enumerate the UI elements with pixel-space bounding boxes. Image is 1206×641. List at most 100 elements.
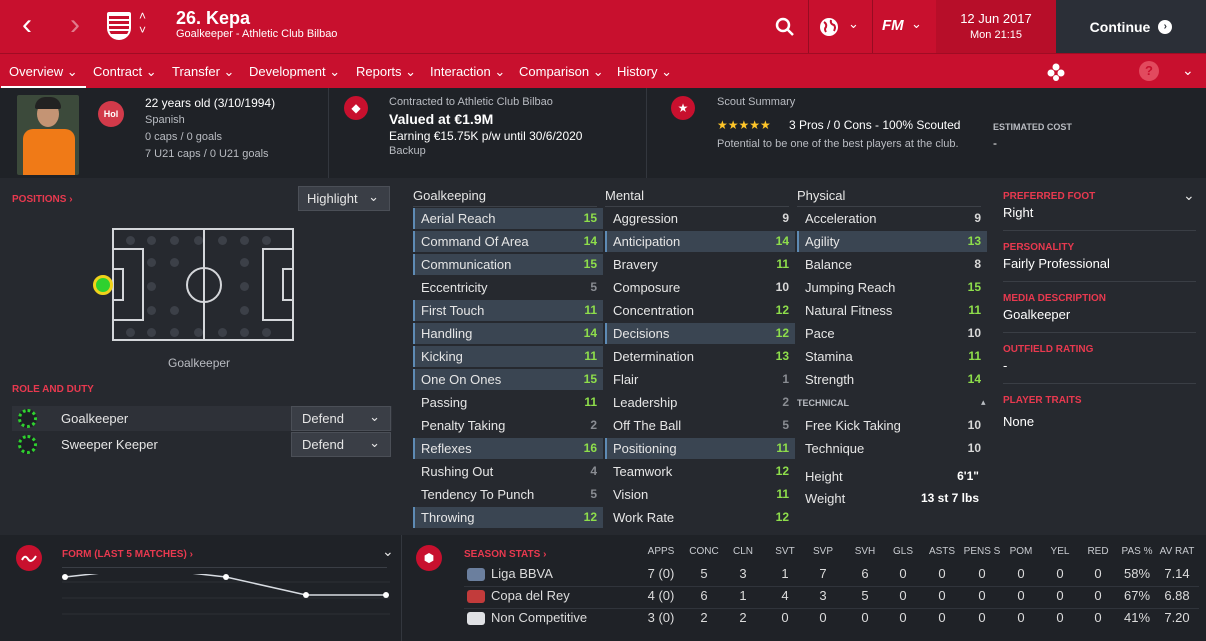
role-row[interactable]: Sweeper Keeper Defend ⌄ xyxy=(12,432,392,457)
menu-development[interactable]: Development ⌄ xyxy=(249,64,340,80)
role-row[interactable]: Goalkeeper Defend ⌄ xyxy=(12,406,392,431)
back-button[interactable]: ‹ xyxy=(22,10,32,40)
attribute-row[interactable]: Teamwork 12 xyxy=(605,461,795,482)
stats-column-header[interactable]: APPS xyxy=(641,546,681,557)
menu-overview[interactable]: Overview ⌄ xyxy=(1,64,86,89)
goalkeeper-position-marker[interactable] xyxy=(93,275,113,295)
attribute-row[interactable]: Throwing 12 xyxy=(413,507,603,528)
competition-name[interactable]: Liga BBVA xyxy=(491,566,553,581)
stats-column-header[interactable]: GLS xyxy=(883,546,923,557)
competition-name[interactable]: Copa del Rey xyxy=(491,588,570,603)
player-subtitle: Goalkeeper - Athletic Club Bilbao xyxy=(176,28,338,40)
player-switch-icon[interactable]: ˄ ˅ xyxy=(139,9,146,37)
attribute-row[interactable]: Free Kick Taking 10 xyxy=(797,415,987,436)
attribute-row[interactable]: Determination 13 xyxy=(605,346,795,367)
attribute-row[interactable]: Command Of Area 14 xyxy=(413,231,603,252)
menu-interaction[interactable]: Interaction ⌄ xyxy=(430,64,505,80)
attribute-row[interactable]: Flair 1 xyxy=(605,369,795,390)
fm-logo[interactable]: FM xyxy=(882,17,904,34)
stats-column-header[interactable]: PENS S xyxy=(962,546,1002,557)
menu-reports[interactable]: Reports ⌄ xyxy=(356,64,416,80)
stats-column-header[interactable]: RED xyxy=(1078,546,1118,557)
menu-history[interactable]: History ⌄ xyxy=(617,64,672,80)
team-icon[interactable] xyxy=(1046,62,1066,82)
attribute-row[interactable]: Handling 14 xyxy=(413,323,603,344)
attribute-row[interactable]: Work Rate 12 xyxy=(605,507,795,528)
stats-column-header[interactable]: SVT xyxy=(765,546,805,557)
collapse-icon[interactable]: ▴ xyxy=(981,397,986,408)
form-label[interactable]: FORM (LAST 5 MATCHES) › xyxy=(62,549,193,560)
duty-select[interactable]: Defend ⌄ xyxy=(291,432,391,457)
attribute-row[interactable]: Agility 13 xyxy=(797,231,987,252)
chevron-down-icon[interactable]: ⌄ xyxy=(1183,187,1195,204)
attribute-row[interactable]: Decisions 12 xyxy=(605,323,795,344)
attribute-row[interactable]: Acceleration 9 xyxy=(797,208,987,229)
stats-column-header[interactable]: CONC xyxy=(684,546,724,557)
attribute-row[interactable]: Penalty Taking 2 xyxy=(413,415,603,436)
attribute-row[interactable]: Tendency To Punch 5 xyxy=(413,484,603,505)
stats-column-header[interactable]: SVP xyxy=(803,546,843,557)
attribute-row[interactable]: Communication 15 xyxy=(413,254,603,275)
form-point[interactable] xyxy=(303,592,309,598)
club-crest-icon[interactable] xyxy=(107,12,131,40)
menu-transfer[interactable]: Transfer ⌄ xyxy=(172,64,234,80)
chevron-down-icon[interactable]: ⌄ xyxy=(848,16,859,32)
attribute-row[interactable]: Balance 8 xyxy=(797,254,987,275)
attribute-row[interactable]: Bravery 11 xyxy=(605,254,795,275)
form-point[interactable] xyxy=(383,592,389,598)
attribute-row[interactable]: Off The Ball 5 xyxy=(605,415,795,436)
attribute-row[interactable]: Anticipation 14 xyxy=(605,231,795,252)
globe-icon[interactable] xyxy=(818,16,840,38)
attribute-row[interactable]: Leadership 2 xyxy=(605,392,795,413)
attribute-row[interactable]: First Touch 11 xyxy=(413,300,603,321)
attribute-row[interactable]: Rushing Out 4 xyxy=(413,461,603,482)
stats-column-header[interactable]: PAS % xyxy=(1117,546,1157,557)
stats-column-header[interactable]: YEL xyxy=(1040,546,1080,557)
attribute-row[interactable]: Positioning 11 xyxy=(605,438,795,459)
forward-button[interactable]: › xyxy=(70,10,80,40)
attribute-name: Off The Ball xyxy=(613,418,682,433)
attribute-row[interactable]: Aerial Reach 15 xyxy=(413,208,603,229)
attribute-row[interactable]: Composure 10 xyxy=(605,277,795,298)
attribute-row[interactable]: One On Ones 15 xyxy=(413,369,603,390)
menu-contract[interactable]: Contract ⌄ xyxy=(93,64,157,80)
competition-name[interactable]: Non Competitive xyxy=(491,610,587,625)
help-button[interactable]: ? xyxy=(1139,61,1159,81)
stats-column-header[interactable]: ASTS xyxy=(922,546,962,557)
attribute-row[interactable]: Technique 10 xyxy=(797,438,987,459)
attribute-row[interactable]: Strength 14 xyxy=(797,369,987,390)
highlight-select[interactable]: Highlight ⌄ xyxy=(298,186,390,211)
attribute-name: One On Ones xyxy=(421,372,502,387)
stats-column-header[interactable]: POM xyxy=(1001,546,1041,557)
menu-comparison[interactable]: Comparison ⌄ xyxy=(519,64,604,80)
attribute-row[interactable]: Aggression 9 xyxy=(605,208,795,229)
chevron-down-icon[interactable]: ⌄ xyxy=(1182,62,1194,79)
season-stats-label[interactable]: SEASON STATS › xyxy=(464,549,546,560)
chevron-down-icon[interactable]: ⌄ xyxy=(382,543,394,560)
attribute-row[interactable]: Jumping Reach 15 xyxy=(797,277,987,298)
nationality-badge[interactable]: Hol xyxy=(98,101,124,127)
positions-label[interactable]: POSITIONS › xyxy=(12,194,73,205)
role-name: Goalkeeper xyxy=(61,411,129,426)
stats-column-header[interactable]: SVH xyxy=(845,546,885,557)
attribute-row[interactable]: Concentration 12 xyxy=(605,300,795,321)
attribute-row[interactable]: Stamina 11 xyxy=(797,346,987,367)
duty-select[interactable]: Defend ⌄ xyxy=(291,406,391,431)
stats-cell: 6.88 xyxy=(1164,588,1190,603)
stats-cell: 2 xyxy=(700,610,708,625)
stats-column-header[interactable]: CLN xyxy=(723,546,763,557)
attribute-row[interactable]: Eccentricity 5 xyxy=(413,277,603,298)
stats-column-header[interactable]: AV RAT xyxy=(1157,546,1197,557)
attribute-row[interactable]: Natural Fitness 11 xyxy=(797,300,987,321)
attribute-row[interactable]: Passing 11 xyxy=(413,392,603,413)
attribute-row[interactable]: Vision 11 xyxy=(605,484,795,505)
attribute-row[interactable]: Reflexes 16 xyxy=(413,438,603,459)
search-icon[interactable] xyxy=(775,17,795,37)
form-point[interactable] xyxy=(62,574,68,580)
chevron-down-icon[interactable]: ⌄ xyxy=(911,16,922,32)
attribute-row[interactable]: Pace 10 xyxy=(797,323,987,344)
form-point[interactable] xyxy=(223,574,229,580)
continue-button[interactable]: Continue › xyxy=(1056,0,1206,53)
game-date[interactable]: 12 Jun 2017 Mon 21:15 xyxy=(936,0,1056,53)
attribute-row[interactable]: Kicking 11 xyxy=(413,346,603,367)
